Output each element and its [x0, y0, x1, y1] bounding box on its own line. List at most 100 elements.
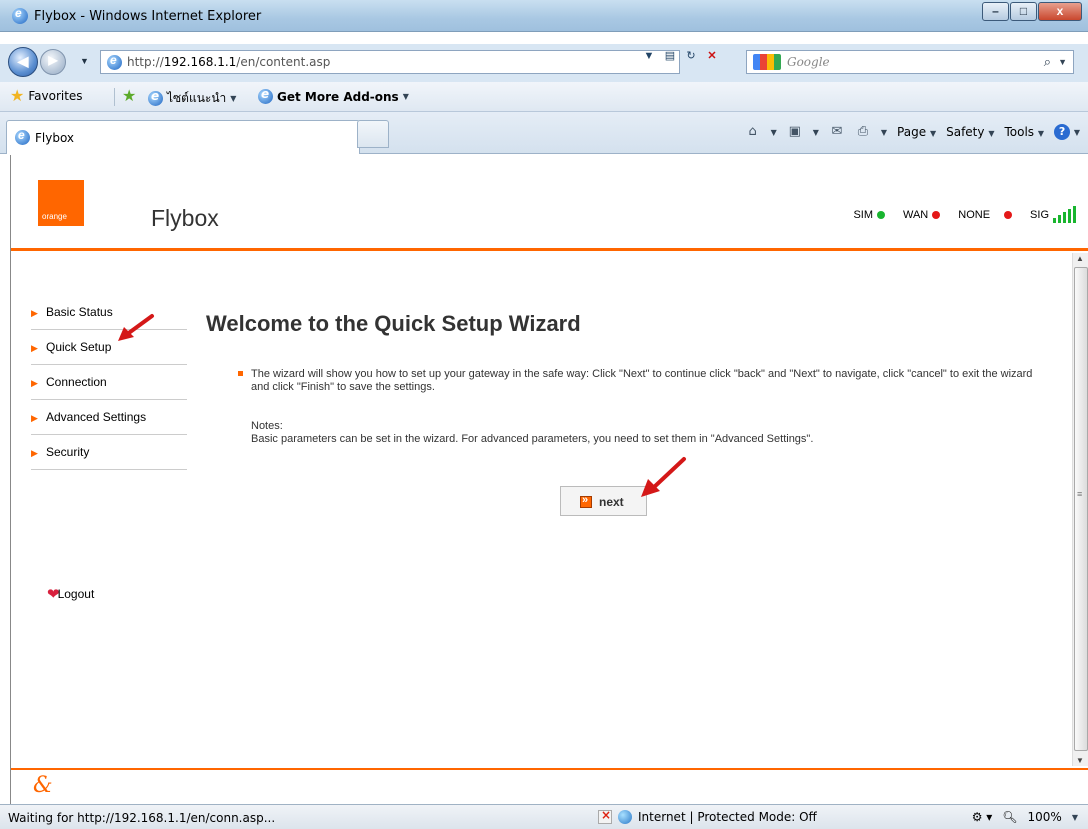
search-placeholder: Google [787, 55, 830, 69]
favorites-button[interactable]: ★ Favorites [10, 88, 83, 104]
add-to-favorites-button[interactable]: ★ [122, 88, 136, 104]
security-zone[interactable]: Internet | Protected Mode: Off [598, 808, 817, 824]
web-page: orange Flybox SIM WAN NONE SIG ▲ ≡ ▼ ▶ B… [10, 155, 1088, 804]
scrollbar-thumb[interactable] [1074, 267, 1088, 751]
bullet-icon: ▶ [31, 448, 38, 458]
brand-title: Flybox [151, 205, 219, 231]
favorites-item-addons[interactable]: Get More Add-ons ▼ [258, 87, 409, 104]
recent-pages-dropdown-icon[interactable]: ▼ [80, 56, 89, 66]
minimize-button[interactable]: – [982, 2, 1009, 21]
next-button[interactable]: next [560, 486, 647, 516]
tab-page-icon [15, 128, 30, 145]
zoom-icon: 🔍︎ [1002, 810, 1018, 824]
maximize-icon: □ [1019, 4, 1028, 18]
mail-icon[interactable]: ✉ [829, 124, 845, 140]
address-toolbar: ◀ ▶ ▼ http://192.168.1.1/en/content.asp … [0, 44, 1088, 82]
maximize-button[interactable]: □ [1010, 2, 1037, 21]
network-status-dot [1004, 211, 1013, 219]
close-icon: x [1056, 4, 1064, 18]
header-divider [11, 248, 1088, 251]
window-title: Flybox - Windows Internet Explorer [34, 9, 262, 24]
safety-menu[interactable]: Safety ▼ [946, 125, 994, 139]
orange-ampersand-logo: & [33, 773, 53, 798]
addons-icon [258, 87, 273, 104]
logo-text: orange [42, 212, 67, 221]
next-arrow-icon [580, 494, 592, 508]
logout-link[interactable]: ❤ Logout [47, 585, 94, 603]
page-menu[interactable]: Page ▼ [897, 125, 936, 139]
blocked-content-icon [598, 808, 612, 824]
zoom-level: 100% [1027, 810, 1062, 824]
content-scrollbar[interactable]: ▲ ≡ ▼ [1072, 253, 1088, 766]
zoom-control[interactable]: ⚙ ▾ 🔍︎ 100% ▼ [972, 810, 1078, 824]
search-input[interactable]: Google ⌕ ▼ [746, 50, 1074, 74]
forward-button[interactable]: ▶ [40, 49, 66, 75]
bullet-icon: ▶ [31, 413, 38, 423]
search-icon[interactable]: ⌕ [1044, 54, 1051, 70]
tab-command-bar: Flybox ⌂ ▼ ▣ ▼ ✉ ⎙ ▼ Page ▼ Safety ▼ Too… [0, 112, 1088, 154]
print-icon[interactable]: ⎙ [855, 124, 871, 140]
favorites-item-suggested[interactable]: ไซต์แนะนำ ▼ [148, 89, 236, 108]
compatibility-view-icon[interactable]: ▤ [661, 48, 679, 64]
orange-logo: orange [38, 180, 84, 226]
signal-bars-icon [1053, 206, 1076, 223]
refresh-icon[interactable]: ↻ [682, 48, 700, 64]
sidebar-item-basic-status[interactable]: ▶ Basic Status [31, 295, 187, 330]
wizard-notes: Notes: Basic parameters can be set in th… [251, 420, 813, 446]
address-input[interactable]: http://192.168.1.1/en/content.asp [100, 50, 680, 74]
address-dropdown-icon[interactable]: ▼ [640, 48, 658, 64]
window-titlebar[interactable]: Flybox - Windows Internet Explorer – □ x [0, 0, 1088, 32]
help-menu[interactable]: ? ▼ [1054, 124, 1080, 140]
chevron-down-icon: ▼ [402, 92, 409, 101]
chevron-down-icon[interactable]: ▼ [771, 128, 777, 137]
new-tab-button[interactable] [357, 120, 389, 148]
chevron-down-icon: ▼ [230, 94, 237, 103]
notes-heading: Notes: [251, 420, 283, 432]
bullet-icon: ▶ [31, 378, 38, 388]
feeds-icon[interactable]: ▣ [787, 124, 803, 140]
back-button[interactable]: ◀ [8, 47, 38, 77]
scroll-up-icon[interactable]: ▲ [1076, 254, 1084, 263]
annotation-arrow-next [641, 457, 686, 497]
minimize-icon: – [992, 4, 999, 18]
sidebar-item-quick-setup[interactable]: ▶ Quick Setup [31, 330, 187, 365]
bullet-icon: ▶ [31, 308, 38, 318]
annotation-arrow-quick-setup [118, 314, 154, 341]
status-text: Waiting for http://192.168.1.1/en/conn.a… [8, 811, 276, 825]
scroll-down-icon[interactable]: ▼ [1076, 756, 1084, 765]
stop-icon[interactable]: ✕ [703, 48, 721, 64]
page-icon [107, 53, 122, 70]
home-icon[interactable]: ⌂ [745, 124, 761, 140]
network-indicator: NONE [958, 209, 1013, 221]
sim-indicator: SIM [853, 209, 885, 221]
footer-divider [11, 768, 1088, 770]
sidebar-item-connection[interactable]: ▶ Connection [31, 365, 187, 400]
suggested-sites-icon [148, 89, 163, 106]
suggested-sites-label: ไซต์แนะนำ [167, 91, 227, 105]
sidebar-item-advanced-settings[interactable]: ▶ Advanced Settings [31, 400, 187, 435]
tab-flybox[interactable]: Flybox [6, 120, 360, 154]
forward-arrow-icon: ▶ [48, 53, 58, 67]
addons-label: Get More Add-ons [277, 89, 399, 104]
back-arrow-icon: ◀ [17, 53, 29, 69]
tab-label: Flybox [35, 131, 75, 145]
address-url: http://192.168.1.1/en/content.asp [127, 55, 331, 69]
sim-status-dot [877, 211, 885, 219]
chevron-down-icon[interactable]: ▼ [813, 128, 819, 137]
chevron-down-icon[interactable]: ▼ [881, 128, 887, 137]
command-bar: ⌂ ▼ ▣ ▼ ✉ ⎙ ▼ Page ▼ Safety ▼ Tools ▼ ? … [745, 124, 1080, 140]
window-controls: – □ x [981, 2, 1082, 21]
sidebar-item-security[interactable]: ▶ Security [31, 435, 187, 470]
search-options-dropdown-icon[interactable]: ▼ [1058, 57, 1067, 67]
ie-app-icon [12, 6, 28, 24]
internet-globe-icon [618, 810, 632, 824]
status-bar: Waiting for http://192.168.1.1/en/conn.a… [0, 804, 1088, 829]
status-indicators: SIM WAN NONE SIG [835, 206, 1076, 223]
sidebar-nav: ▶ Basic Status ▶ Quick Setup ▶ Connectio… [31, 295, 187, 470]
tools-menu[interactable]: Tools ▼ [1004, 125, 1044, 139]
bullet-icon: ▶ [31, 343, 38, 353]
close-button[interactable]: x [1038, 2, 1082, 21]
chevron-down-icon[interactable]: ▼ [1072, 813, 1078, 822]
popup-manager-icon[interactable]: ⚙ ▾ [972, 810, 993, 824]
favorites-label: Favorites [28, 89, 83, 103]
